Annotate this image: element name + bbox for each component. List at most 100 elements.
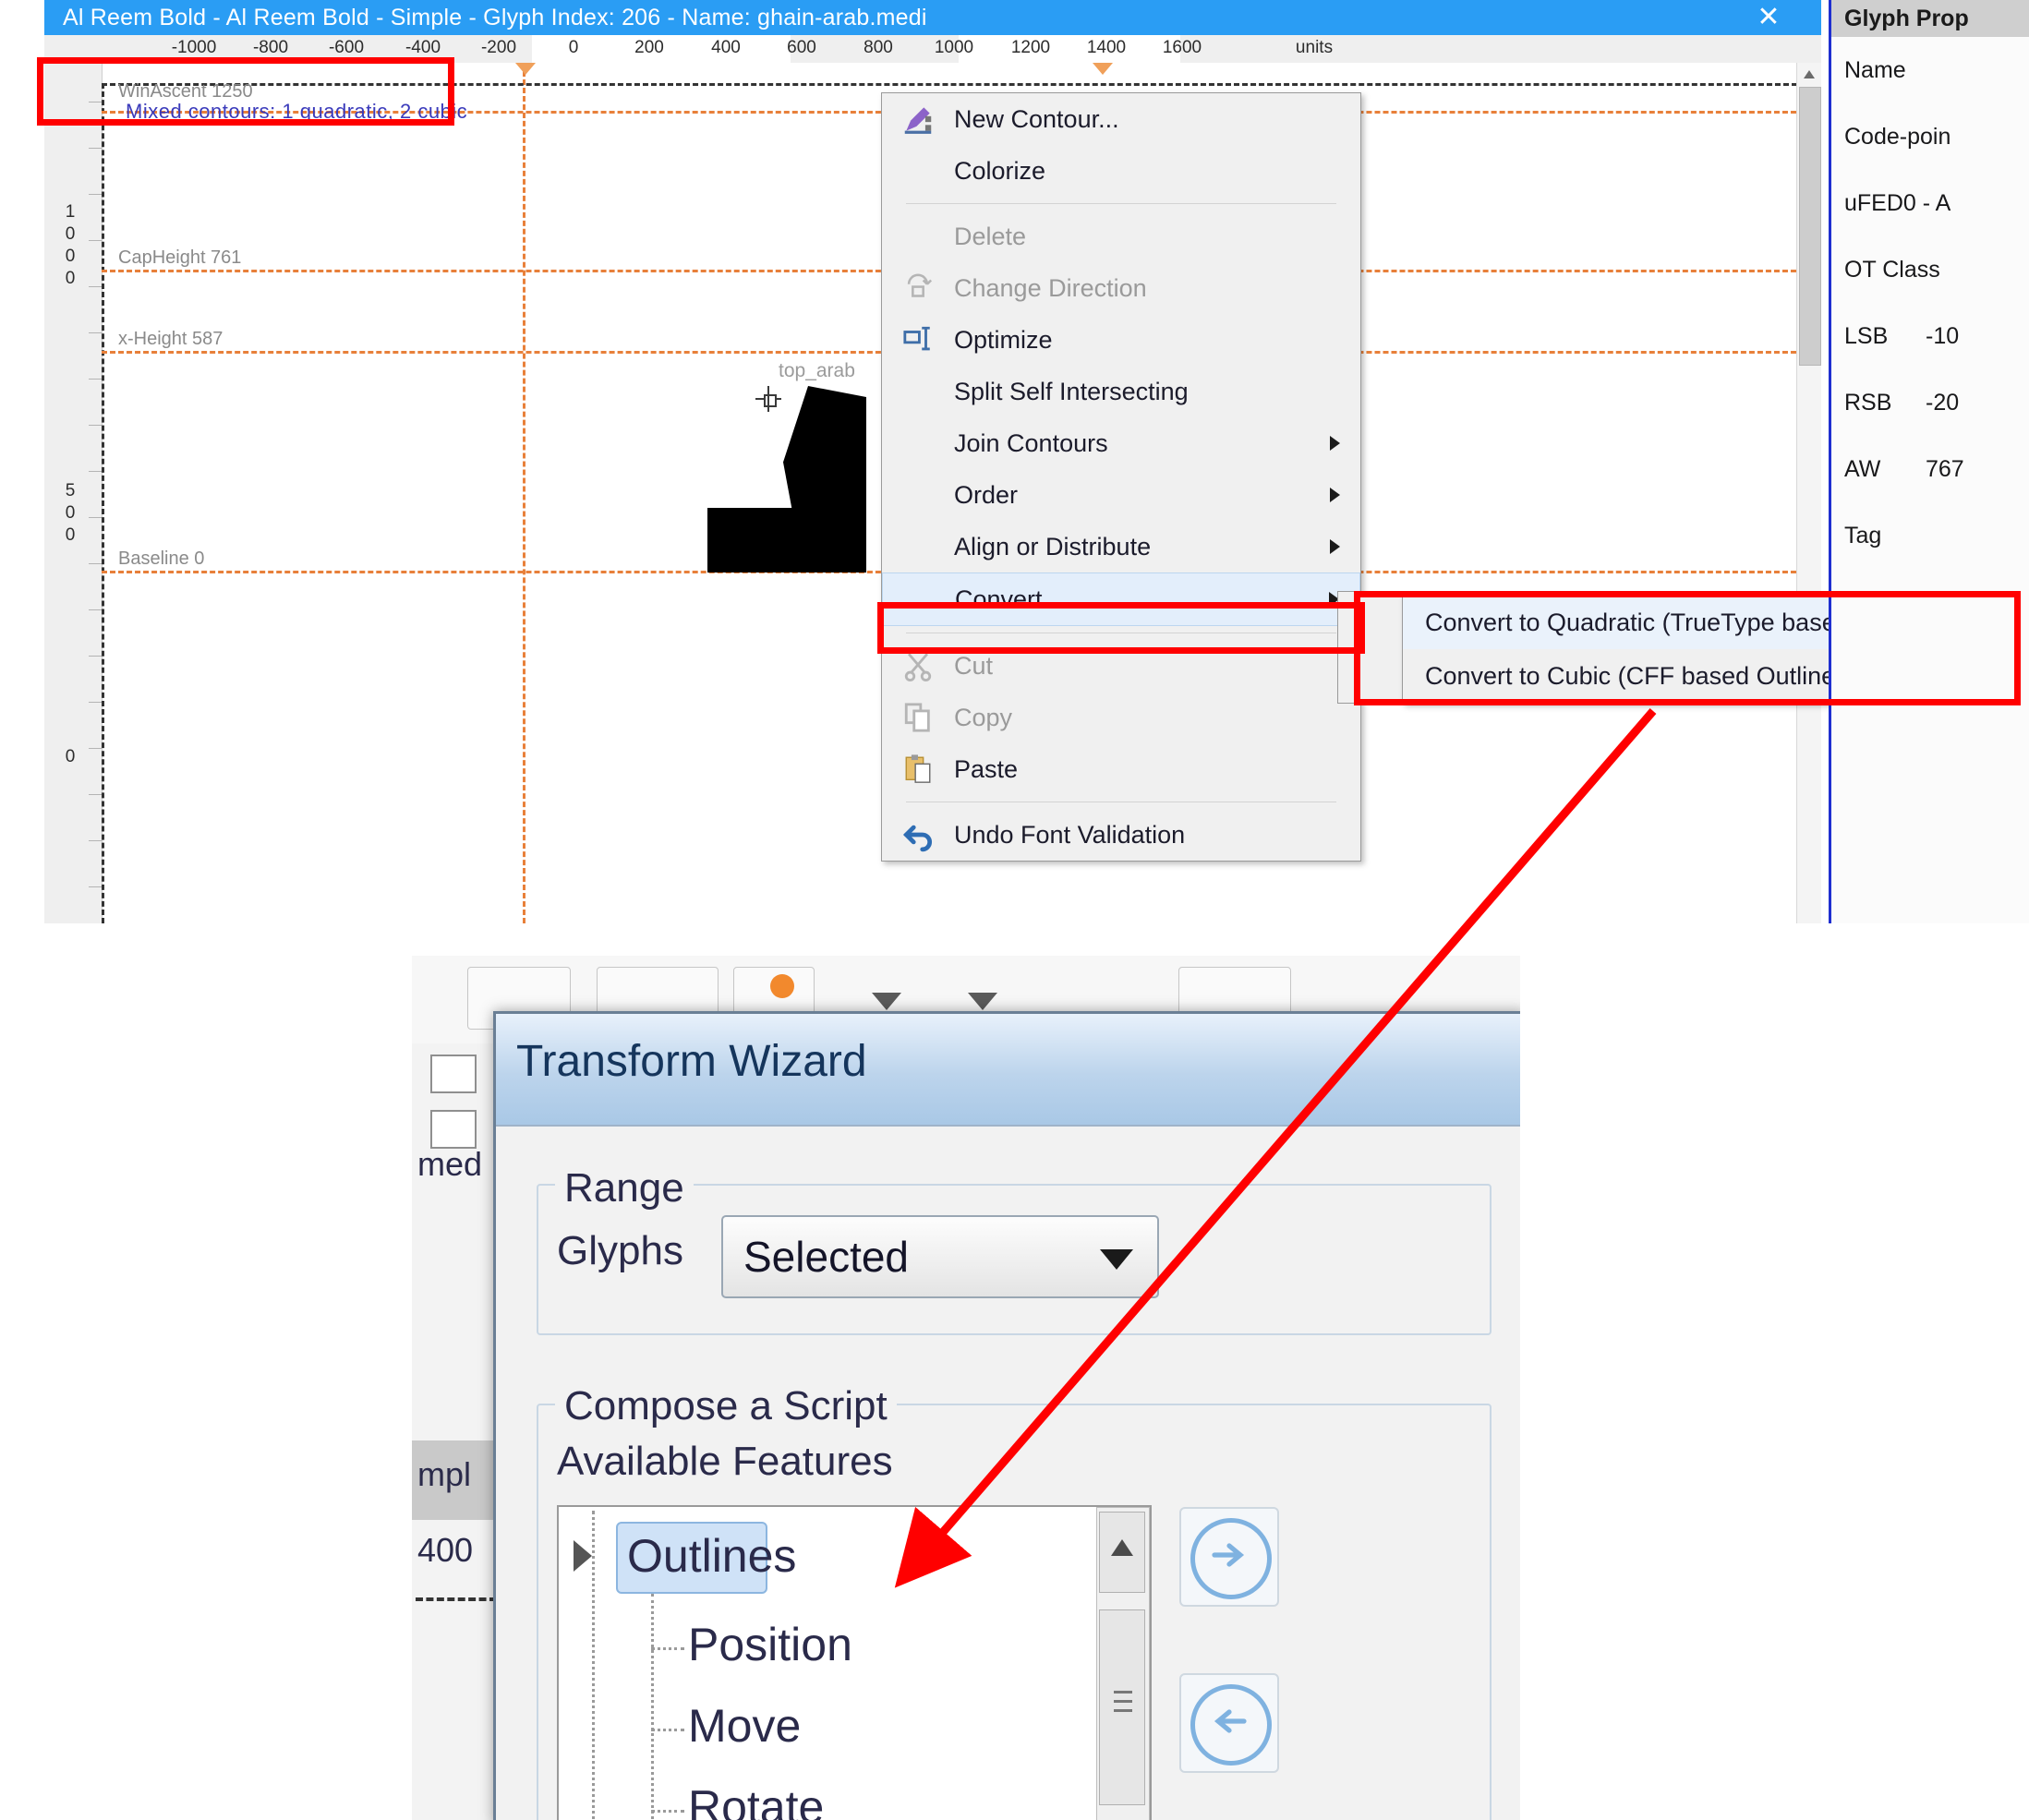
scrollbar-thumb[interactable] [1099, 1609, 1145, 1805]
scrollbar-grip [1114, 1709, 1132, 1712]
property-key: AW [1844, 455, 1881, 482]
dashed-guide [416, 1597, 497, 1601]
scrollbar-grip [1114, 1691, 1132, 1693]
tree-expander-icon[interactable] [574, 1540, 592, 1572]
vertical-ruler[interactable]: 1000 500 0 [44, 63, 103, 923]
scrollbar-grip [1114, 1700, 1132, 1703]
menu-item-label: Colorize [954, 156, 1046, 185]
scrollbar-thumb[interactable] [1799, 87, 1821, 366]
menu-item-order[interactable]: Order [882, 469, 1360, 521]
tree-guide-line [592, 1511, 595, 1820]
optimize-icon [882, 324, 954, 356]
menu-item-align-or-distribute[interactable]: Align or Distribute [882, 521, 1360, 573]
property-key: Name [1844, 56, 1906, 83]
property-row-rsb[interactable]: RSB -20 [1831, 369, 2029, 436]
property-row-codepoint[interactable]: Code-poin [1831, 103, 2029, 170]
menu-item-label: Paste [954, 754, 1019, 783]
tree-node-rotate[interactable]: Rotate [688, 1780, 824, 1820]
vruler-tick-label: 1000 [65, 202, 76, 288]
menu-item-optimize[interactable]: Optimize [882, 314, 1360, 366]
background-text-column: med mpl 400 [412, 1043, 497, 1820]
ruler-tick-label: 200 [634, 38, 664, 57]
ruler-tick-label: -800 [252, 38, 289, 57]
guide-label-capheight: CapHeight 761 [118, 247, 242, 268]
origin-vertical-guide [523, 63, 525, 923]
pencil-icon [882, 102, 954, 137]
canvas-vertical-scrollbar[interactable] [1796, 63, 1821, 923]
menu-separator [906, 203, 1336, 204]
menu-item-new-contour[interactable]: New Contour... [882, 93, 1360, 145]
tree-guide-line [651, 1729, 684, 1731]
ruler-tick-label: -600 [328, 38, 365, 57]
available-features-label: Available Features [557, 1439, 893, 1484]
chevron-down-icon[interactable] [968, 993, 997, 1010]
menu-item-change-direction[interactable]: Change Direction [882, 262, 1360, 314]
property-row-lsb[interactable]: LSB -10 [1831, 303, 2029, 369]
paste-icon [882, 753, 954, 785]
background-text-fragment: mpl [417, 1455, 472, 1493]
transform-wizard-screenshot: med mpl 400 Transform Wizard Range Glyph… [412, 956, 1520, 1820]
tree-guide-line [651, 1647, 684, 1650]
tree-node-move[interactable]: Move [688, 1699, 801, 1753]
property-key: LSB [1844, 322, 1889, 349]
ruler-tick-label: 0 [568, 38, 579, 57]
menu-item-label: Optimize [954, 325, 1053, 354]
origin-marker-icon [515, 63, 536, 75]
chevron-up-icon[interactable] [1801, 66, 1818, 83]
tree-node-outlines[interactable]: Outlines [627, 1529, 796, 1583]
ruler-tick-label: -400 [405, 38, 441, 57]
ruler-tick-label: -200 [480, 38, 517, 57]
property-row-tag[interactable]: Tag [1831, 502, 2029, 569]
property-key: uFED0 - A [1844, 189, 1951, 216]
chevron-down-icon[interactable] [1100, 1249, 1133, 1270]
anchor-marker-top-arab[interactable] [755, 386, 781, 412]
ruler-tick-label: -1000 [171, 38, 217, 57]
anchor-label-top-arab: top_arab [779, 360, 855, 381]
menu-item-label: Align or Distribute [954, 532, 1152, 560]
property-row-unicode[interactable]: uFED0 - A [1831, 170, 2029, 236]
remove-feature-button[interactable] [1179, 1673, 1279, 1773]
scissors-icon [882, 650, 954, 681]
ruler-tick-label: 400 [711, 38, 741, 57]
ruler-tick-label: 1400 [1086, 38, 1127, 57]
property-key: Code-poin [1844, 123, 1951, 150]
add-feature-button[interactable] [1179, 1507, 1279, 1607]
menu-item-label: Cut [954, 651, 994, 680]
arrow-right-icon [1212, 1543, 1245, 1567]
highlight-convert-menu-item [877, 602, 1365, 654]
glyph-outline-part [707, 508, 866, 573]
menu-item-label: New Contour... [954, 104, 1119, 133]
vruler-tick-label: 0 [65, 747, 76, 766]
menu-item-copy[interactable]: Copy [882, 692, 1360, 743]
ruler-units-label: units [1295, 38, 1334, 57]
highlight-mixed-contours [37, 57, 454, 126]
context-menu[interactable]: New Contour... Colorize Delete Change Di… [881, 92, 1361, 862]
chevron-right-icon [1330, 488, 1340, 502]
close-icon[interactable]: ✕ [1747, 2, 1790, 33]
ruler-tick-label: 1000 [934, 38, 974, 57]
chevron-down-icon[interactable] [872, 993, 901, 1010]
menu-item-join-contours[interactable]: Join Contours [882, 417, 1360, 469]
ruler-tick-label: 800 [864, 38, 893, 57]
tree-vertical-scrollbar[interactable] [1096, 1507, 1150, 1820]
menu-item-colorize[interactable]: Colorize [882, 145, 1360, 197]
highlight-convert-submenu [1354, 591, 2021, 705]
background-text-fragment: 400 [417, 1531, 474, 1569]
property-value: -20 [1926, 389, 1960, 416]
glyphs-range-dropdown[interactable]: Selected [721, 1215, 1159, 1298]
property-row-name[interactable]: Name [1831, 37, 2029, 103]
menu-item-undo-font-validation[interactable]: Undo Font Validation [882, 809, 1360, 861]
tree-guide-line [651, 1810, 684, 1813]
menu-item-paste[interactable]: Paste [882, 743, 1360, 795]
transform-wizard-title-bar: Transform Wizard [496, 1014, 1520, 1125]
available-features-tree[interactable]: Outlines Position Move Rotate Scale [557, 1505, 1152, 1820]
menu-item-delete[interactable]: Delete [882, 211, 1360, 262]
property-row-ot-class[interactable]: OT Class [1831, 236, 2029, 303]
tree-node-position[interactable]: Position [688, 1618, 852, 1671]
background-text-fragment: med [417, 1145, 483, 1183]
property-row-aw[interactable]: AW 767 [1831, 436, 2029, 502]
menu-item-split-self-intersecting[interactable]: Split Self Intersecting [882, 366, 1360, 417]
chevron-up-icon[interactable] [1108, 1534, 1136, 1561]
ruler-selection-band-right [959, 35, 1180, 63]
guide-label-baseline: Baseline 0 [118, 548, 205, 569]
